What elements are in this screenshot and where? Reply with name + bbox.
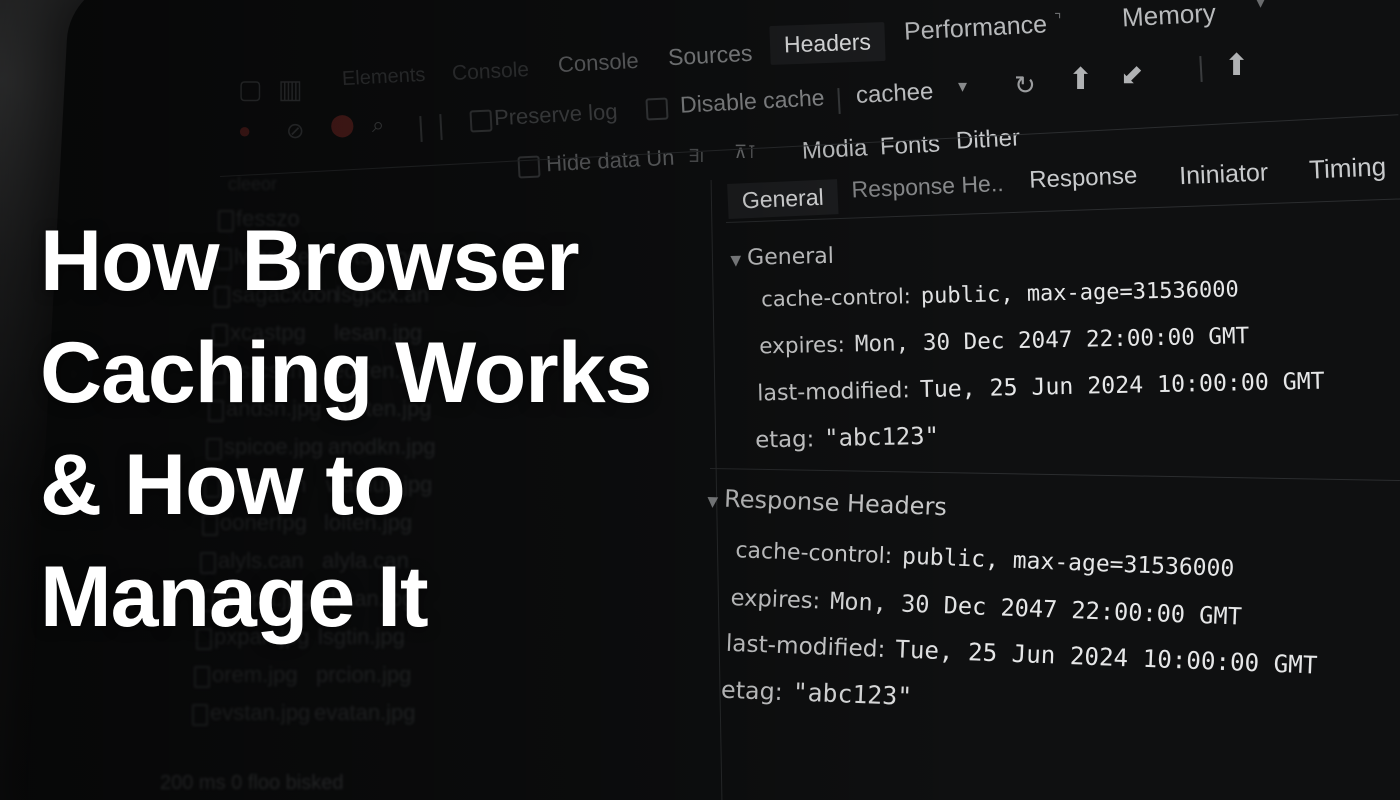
headline-line-4: Manage It	[40, 549, 429, 645]
tab-memory[interactable]: Memory	[1121, 0, 1216, 33]
chevron-down-icon[interactable]: ▾	[1256, 0, 1265, 13]
throttling-select[interactable]: cachee	[855, 78, 934, 110]
import-icon[interactable]: ⬆	[1068, 62, 1093, 97]
header-key: cache-control:	[760, 284, 912, 312]
list-column-header: cleeor	[228, 174, 278, 194]
preserve-log-label: Preserve log	[493, 98, 619, 131]
headline: How Browser Caching Works & How to Manag…	[40, 205, 740, 653]
toolbar-divider	[419, 115, 423, 143]
detail-tab-response-headers[interactable]: Response He..	[851, 170, 1004, 204]
disable-cache-checkbox[interactable]	[645, 97, 669, 121]
header-row: last-modified: Tue, 25 Jun 2024 10:00:00 …	[757, 368, 1325, 407]
headline-line-2: Caching Works	[40, 325, 652, 421]
toolbar-divider	[1199, 55, 1203, 83]
disable-cache-label: Disable cache	[679, 84, 826, 118]
header-key: last-modified:	[756, 377, 911, 407]
general-section: ▼ General cache-control: public, max-age=3…	[730, 226, 1400, 470]
tab-performance[interactable]: Performance	[903, 10, 1047, 46]
file-icon	[192, 704, 208, 726]
header-row: expires: Mon, 30 Dec 2047 22:00:00 GMT	[730, 583, 1242, 631]
header-row: expires: Mon, 30 Dec 2047 22:00:00 GMT	[759, 323, 1250, 359]
toolbar-divider	[439, 113, 443, 141]
header-row: etag: "abc123"	[721, 675, 913, 711]
throttling-chevron-icon[interactable]: ▾	[958, 76, 967, 97]
header-key: etag:	[754, 426, 815, 454]
detail-tab-general[interactable]: General	[727, 179, 839, 219]
status-bar: 200 ms 0 floo bisked	[160, 772, 344, 794]
tab-headers[interactable]: Headers	[769, 22, 886, 65]
inspect-icon[interactable]: ▢	[238, 74, 263, 105]
tab-sources[interactable]: Sources	[667, 40, 753, 71]
device-toggle-icon[interactable]: ▥	[278, 74, 303, 105]
header-row: etag: "abc123"	[755, 422, 939, 454]
response-headers-section: ▼ Response Headers cache-control: public, …	[698, 484, 1400, 771]
tab-console-faded[interactable]: Console	[451, 58, 529, 86]
header-value[interactable]: public, max-age=31536000	[921, 277, 1239, 309]
header-value[interactable]: Tue, 25 Jun 2024 10:00:00 GMT	[895, 635, 1318, 679]
header-row: last-modified: Tue, 25 Jun 2024 10:00:00 …	[725, 629, 1317, 680]
header-key: expires:	[730, 584, 821, 615]
tab-console[interactable]: Console	[557, 48, 639, 78]
record-icon[interactable]: ●	[238, 118, 251, 144]
header-value[interactable]: "abc123"	[824, 422, 939, 452]
search-icon[interactable]: ⌕	[372, 112, 384, 138]
detail-tab-response[interactable]: Response	[1029, 162, 1138, 195]
wifi-icon[interactable]: ↻	[1014, 70, 1036, 101]
header-value[interactable]: Mon, 30 Dec 2047 22:00:00 GMT	[855, 323, 1250, 357]
stop-icon[interactable]: ⬤	[330, 112, 355, 138]
header-value[interactable]: public, max-age=31536000	[902, 544, 1235, 583]
header-value[interactable]: Tue, 25 Jun 2024 10:00:00 GMT	[920, 368, 1325, 403]
upload-icon[interactable]: ⬆	[1224, 48, 1249, 83]
request-name[interactable]: evstan.jpg	[210, 700, 310, 726]
clear-icon[interactable]: ⊘	[286, 118, 304, 144]
toolbar-divider	[837, 87, 841, 115]
preserve-log-checkbox[interactable]	[469, 109, 493, 133]
thumbnail: ▢ ▥ Elements Console Console Sources Hea…	[0, 0, 1400, 800]
header-value[interactable]: "abc123"	[792, 677, 912, 711]
request-type: evatan.jpg	[314, 700, 416, 725]
request-type: prcion.jpg	[316, 662, 412, 687]
header-key: last-modified:	[725, 629, 886, 663]
headline-line-3: & How to	[40, 437, 406, 533]
header-value[interactable]: Mon, 30 Dec 2047 22:00:00 GMT	[830, 587, 1243, 631]
export-icon[interactable]: ⬋	[1120, 58, 1143, 91]
request-name[interactable]: orem.jpg	[212, 662, 298, 688]
section-divider	[709, 468, 1400, 482]
header-key: etag:	[720, 675, 784, 707]
header-row: cache-control: public, max-age=31536000	[761, 277, 1239, 312]
header-key: expires:	[758, 332, 846, 360]
more-tabs-icon[interactable]: ⌝	[1054, 10, 1062, 30]
detail-tab-timing[interactable]: Timing	[1308, 151, 1386, 185]
response-headers-title[interactable]: ▼ Response Headers	[707, 484, 947, 522]
headline-line-1: How Browser	[40, 213, 580, 309]
header-key: cache-control:	[734, 538, 893, 570]
file-icon	[194, 666, 210, 688]
general-section-title[interactable]: ▼ General	[730, 244, 834, 271]
header-row: cache-control: public, max-age=31536000	[735, 537, 1235, 582]
detail-tab-initiator[interactable]: Ininiator	[1179, 158, 1269, 191]
tab-elements[interactable]: Elements	[341, 64, 425, 91]
